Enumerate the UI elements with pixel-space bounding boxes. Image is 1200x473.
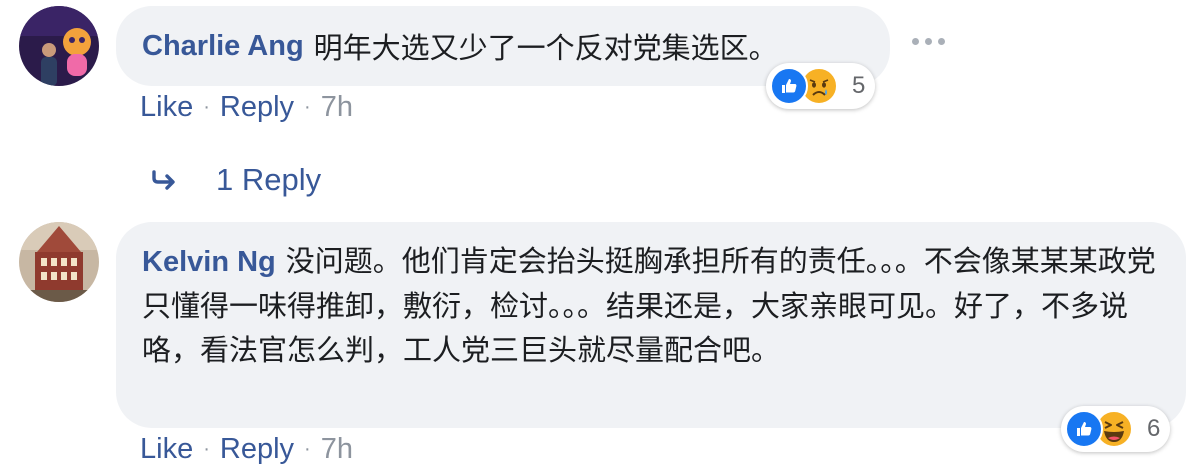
separator: ·: [304, 438, 311, 460]
more-options-icon[interactable]: [912, 38, 945, 45]
comment-text: 没问题。他们肯定会抬头挺胸承担所有的责任。。。不会像某某某政党只懂得一味得推卸，…: [142, 244, 1156, 367]
comment-timestamp[interactable]: 7h: [321, 91, 353, 124]
comment-thread: Charlie Ang 明年大选又少了一个反对党集选区。 5 Like · Re…: [0, 0, 1200, 473]
reaction-count: 6: [1147, 415, 1161, 442]
like-icon: [1065, 410, 1103, 448]
comment-text: 明年大选又少了一个反对党集选区。: [313, 31, 778, 65]
reply-link[interactable]: Reply: [220, 433, 294, 466]
avatar-charlie-ang[interactable]: [19, 6, 99, 86]
comment-actions: Like · Reply · 7h: [140, 433, 353, 466]
separator: ·: [304, 96, 311, 118]
separator: ·: [203, 96, 210, 118]
replies-count-label[interactable]: 1 Reply: [216, 162, 321, 198]
separator: ·: [203, 438, 210, 460]
avatar-kelvin-ng[interactable]: [19, 222, 99, 302]
reply-link[interactable]: Reply: [220, 91, 294, 124]
like-link[interactable]: Like: [140, 433, 193, 466]
comment-author[interactable]: Kelvin Ng: [142, 246, 276, 278]
comment-author[interactable]: Charlie Ang: [142, 30, 304, 63]
reaction-count: 5: [852, 72, 866, 99]
reactions-summary[interactable]: 6: [1061, 406, 1171, 452]
comment-bubble: Kelvin Ng 没问题。他们肯定会抬头挺胸承担所有的责任。。。不会像某某某政党…: [116, 222, 1186, 428]
like-link[interactable]: Like: [140, 91, 193, 124]
comment-actions: Like · Reply · 7h: [140, 91, 353, 124]
reply-arrow-icon: [152, 170, 178, 190]
comment-timestamp[interactable]: 7h: [321, 433, 353, 466]
reactions-summary[interactable]: 5: [766, 63, 876, 109]
like-icon: [770, 67, 808, 105]
view-replies-link[interactable]: 1 Reply: [152, 162, 321, 198]
